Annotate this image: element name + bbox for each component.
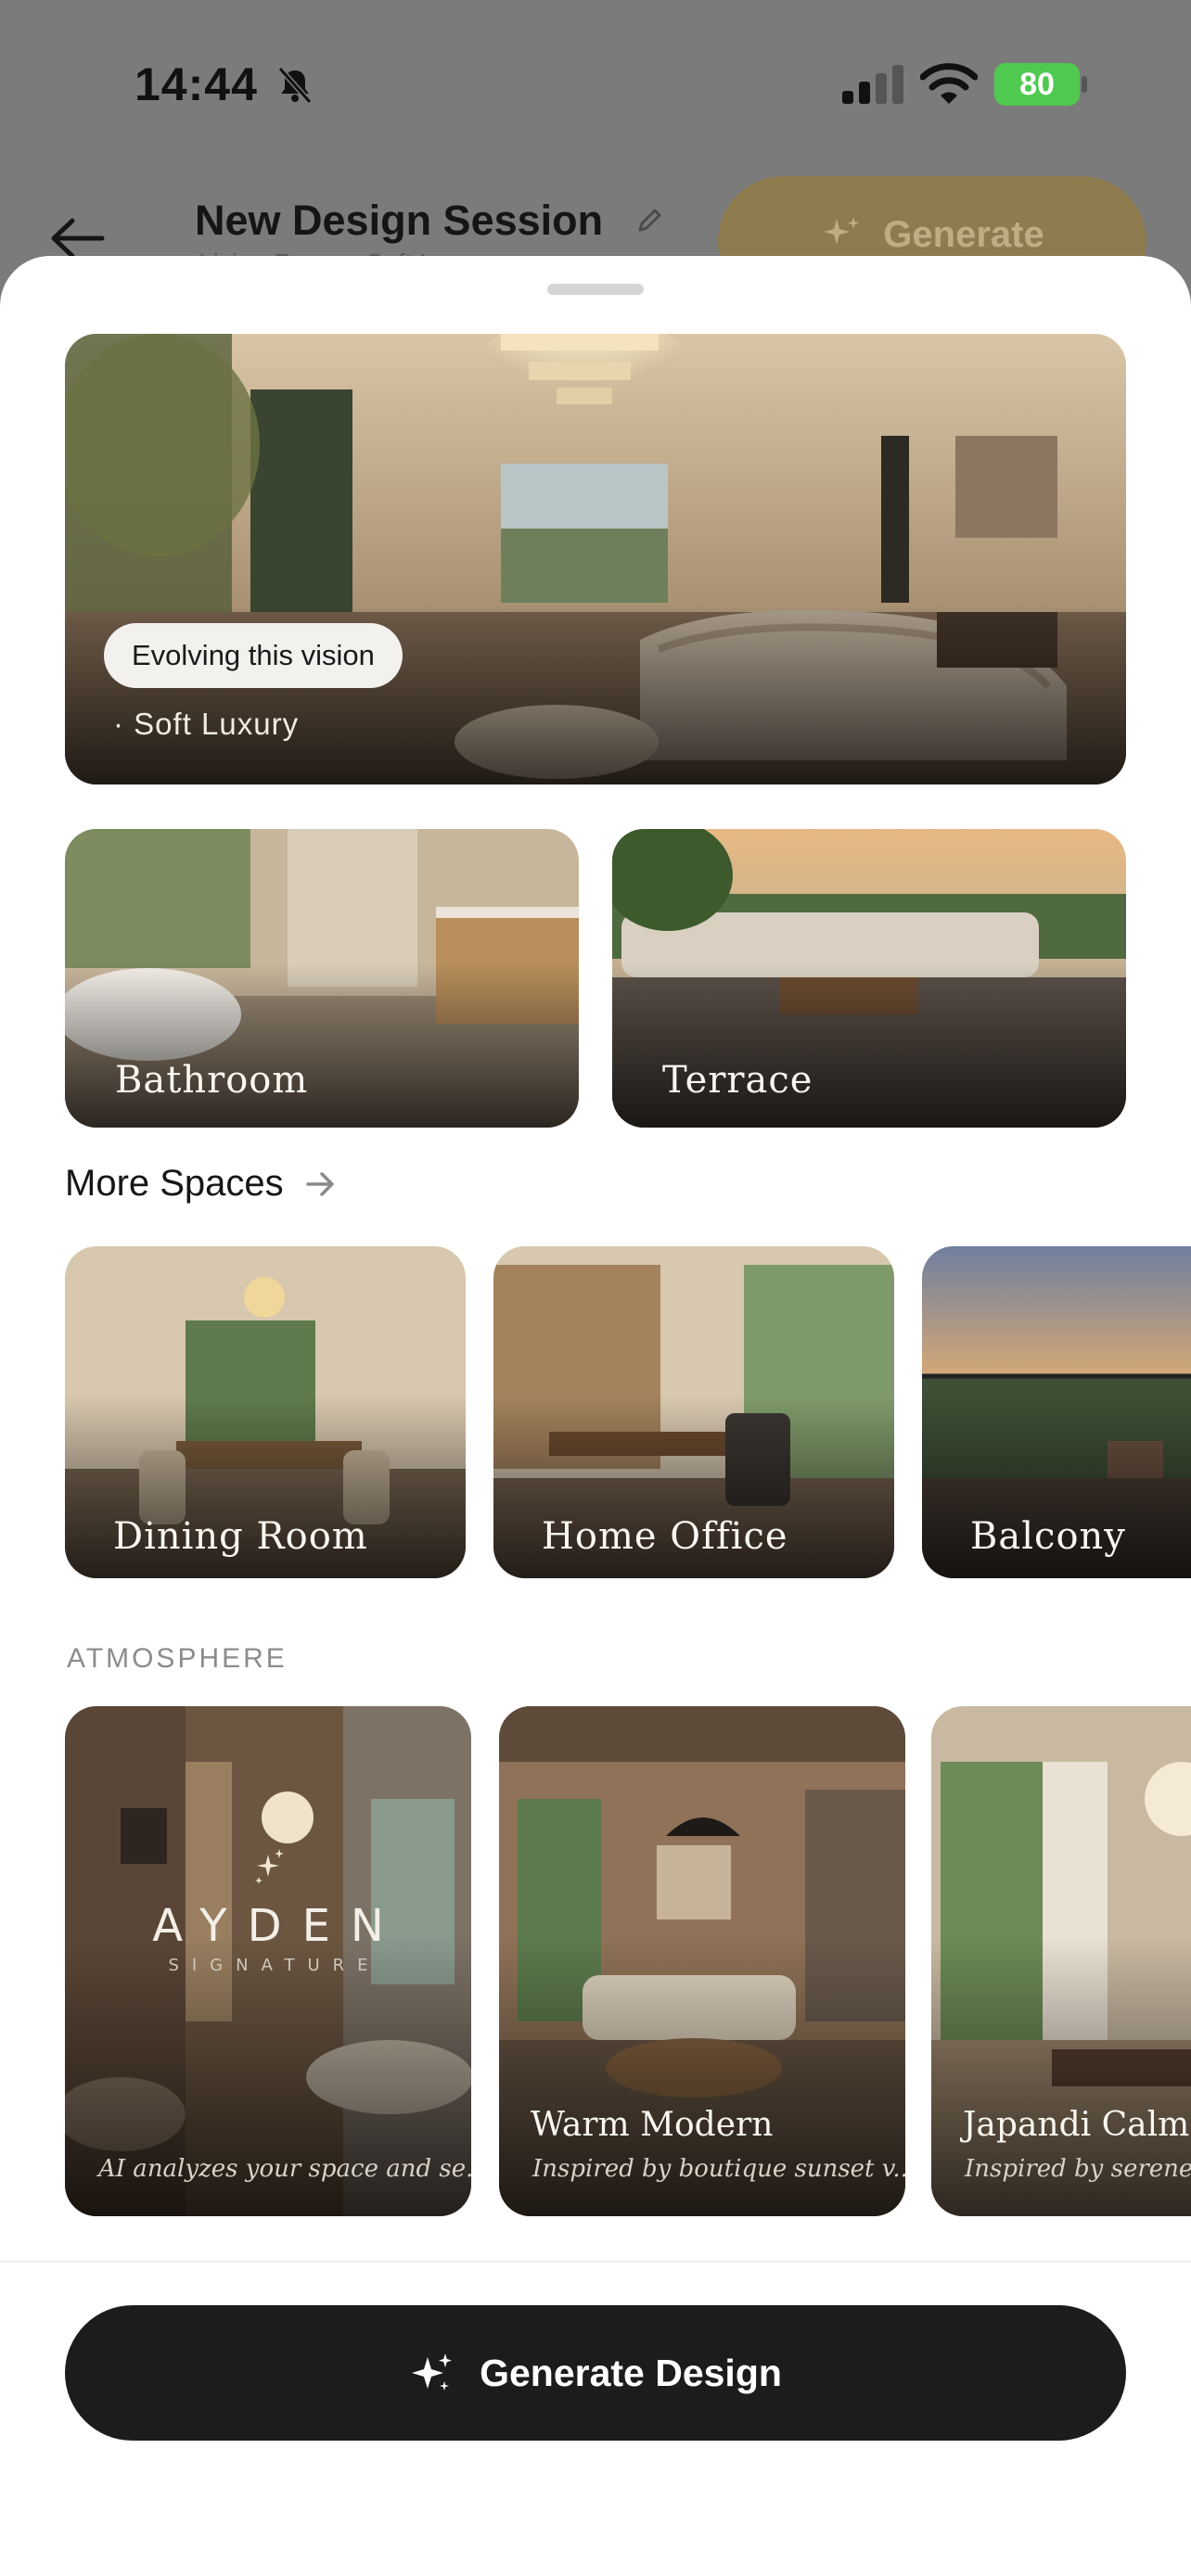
space-label-home-office: Home Office: [542, 1515, 788, 1558]
wifi-icon: [920, 63, 978, 104]
sparkles-logo-icon: [255, 1849, 284, 1884]
hero-style-label: · Soft Luxury: [113, 707, 300, 741]
room-label-terrace: Terrace: [662, 1059, 813, 1102]
more-spaces-title: More Spaces: [65, 1163, 284, 1204]
atmosphere-desc-japandi-calm: Inspired by serene Ky: [965, 2155, 1191, 2183]
sparkles-icon: [824, 217, 860, 245]
atmosphere-desc-ayden: AI analyzes your space and se...: [98, 2155, 471, 2183]
footer-divider: [0, 2261, 1191, 2263]
space-label-balcony: Balcony: [970, 1515, 1126, 1558]
evolving-vision-badge: Evolving this vision: [104, 623, 403, 688]
battery-tip: [1082, 76, 1087, 93]
terrace-gradient-overlay: [612, 963, 1126, 1128]
room-card-terrace[interactable]: Terrace: [612, 829, 1126, 1128]
hero-vision-card[interactable]: Evolving this vision · Soft Luxury: [65, 334, 1126, 784]
atmosphere-title-warm-modern: Warm Modern: [531, 2106, 774, 2144]
arrow-right-icon: [305, 1171, 334, 1196]
battery-charging-icon: 80: [994, 63, 1080, 106]
more-spaces-link[interactable]: More Spaces: [65, 1163, 338, 1205]
atmosphere-card-japandi-calm[interactable]: Japandi Calm Inspired by serene Ky: [931, 1706, 1191, 2216]
generate-design-button[interactable]: Generate Design: [65, 2305, 1126, 2441]
cellular-signal-icon: [842, 65, 903, 104]
battery-level: 80: [1019, 66, 1055, 102]
space-card-dining-room[interactable]: Dining Room: [65, 1246, 466, 1578]
status-bar: 14:44 80: [0, 0, 1191, 167]
ayden-wordmark: AYDEN: [152, 1900, 404, 1952]
generate-design-label: Generate Design: [480, 2351, 782, 2394]
sparkles-icon: [412, 2353, 453, 2391]
pencil-icon[interactable]: [634, 206, 664, 236]
space-label-dining-room: Dining Room: [113, 1515, 368, 1558]
header-generate-label: Generate: [883, 213, 1044, 255]
space-card-balcony[interactable]: Balcony: [922, 1246, 1191, 1578]
room-card-bathroom[interactable]: Bathroom: [65, 829, 579, 1128]
atmosphere-card-warm-modern[interactable]: Warm Modern Inspired by boutique sunset …: [499, 1706, 905, 2216]
atmosphere-desc-warm-modern: Inspired by boutique sunset v...: [532, 2155, 905, 2183]
sheet-grabber-handle[interactable]: [547, 284, 644, 295]
back-arrow-icon[interactable]: [48, 215, 106, 261]
session-title[interactable]: New Design Session: [195, 197, 603, 245]
bathroom-gradient-overlay: [65, 963, 579, 1128]
ayden-signature-text: SIGNATURE: [168, 1956, 381, 1975]
atmosphere-card-ayden-signature[interactable]: AYDEN SIGNATURE AI analyzes your space a…: [65, 1706, 471, 2216]
design-bottom-sheet: Evolving this vision · Soft Luxury Bathr…: [0, 256, 1191, 2576]
status-time: 14:44: [134, 58, 258, 110]
room-label-bathroom: Bathroom: [115, 1059, 309, 1102]
bell-slash-icon: [277, 67, 313, 104]
space-card-home-office[interactable]: Home Office: [493, 1246, 894, 1578]
atmosphere-heading: ATMOSPHERE: [67, 1643, 288, 1674]
ayden-signature-logo: AYDEN SIGNATURE: [65, 1845, 471, 1975]
atmosphere-title-japandi-calm: Japandi Calm: [963, 2106, 1190, 2144]
